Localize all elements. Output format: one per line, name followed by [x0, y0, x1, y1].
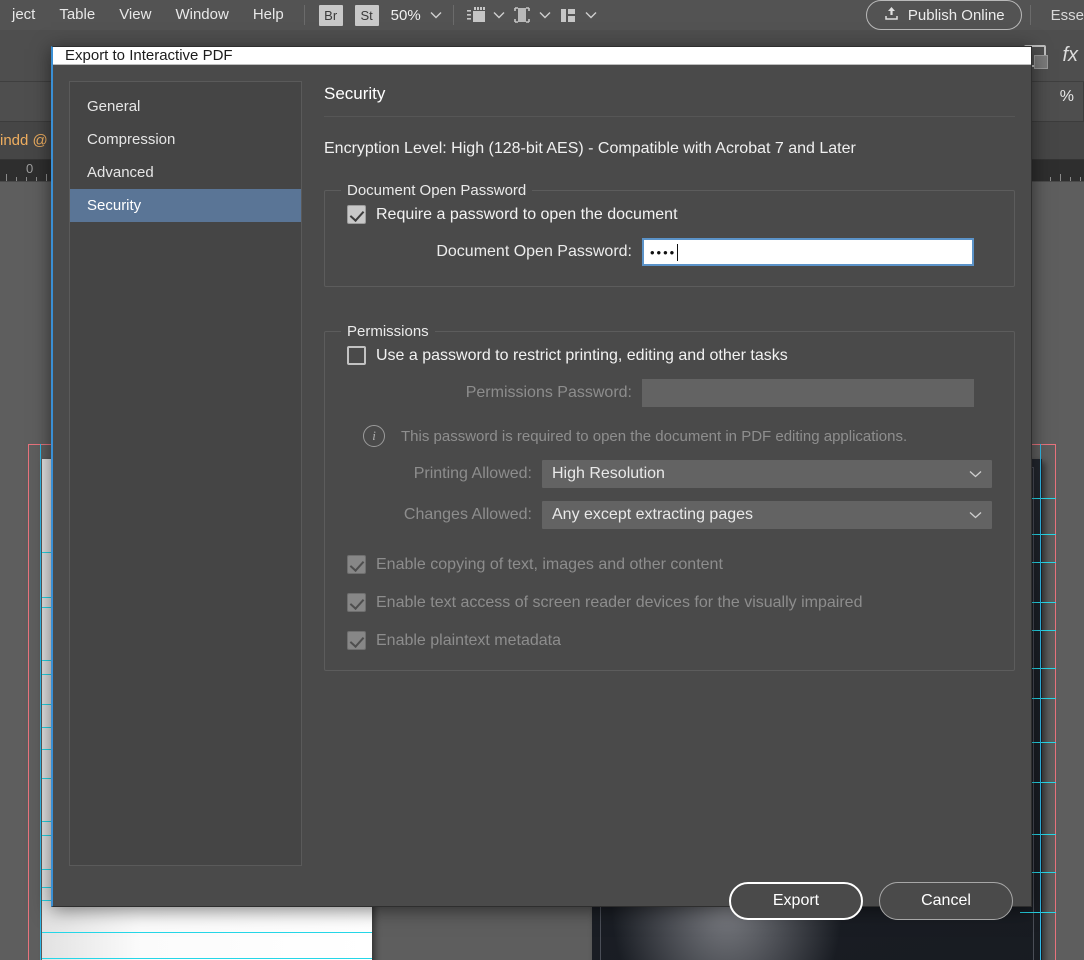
- publish-online-button[interactable]: Publish Online: [865, 0, 1022, 30]
- view-mode-icon[interactable]: [508, 3, 536, 27]
- nav-item-general[interactable]: General: [70, 90, 301, 123]
- nav-item-advanced[interactable]: Advanced: [70, 156, 301, 189]
- enable-screen-reader-checkbox: [347, 593, 366, 612]
- screen: ject Table View Window Help Br St 50% Pu…: [0, 0, 1084, 960]
- printing-allowed-label: Printing Allowed:: [413, 465, 532, 482]
- document-tab-label[interactable]: indd @: [0, 132, 48, 149]
- use-permissions-password-label: Use a password to restrict printing, edi…: [376, 346, 788, 364]
- enable-screen-reader-row: Enable text access of screen reader devi…: [325, 587, 1014, 612]
- menu-item-table[interactable]: Table: [47, 0, 107, 30]
- require-password-label: Require a password to open the document: [376, 205, 678, 223]
- fx-effects-icon[interactable]: fx: [1056, 44, 1084, 67]
- chevron-down-icon: [969, 506, 982, 524]
- printing-allowed-select[interactable]: High Resolution: [542, 460, 992, 488]
- nav-item-security[interactable]: Security: [70, 189, 301, 222]
- changes-allowed-label: Changes Allowed:: [403, 506, 532, 523]
- chevron-down-icon: [969, 465, 982, 483]
- dialog-title-bar: Export to Interactive PDF: [53, 47, 1031, 65]
- pane-divider: [324, 116, 1015, 117]
- permissions-password-input: [642, 379, 974, 407]
- permissions-legend: Permissions: [347, 323, 429, 340]
- document-open-password-label: Document Open Password:: [436, 243, 632, 260]
- bridge-icon[interactable]: Br: [318, 4, 343, 26]
- permissions-password-row: Permissions Password:: [325, 379, 1014, 407]
- layout-chevron-down-icon[interactable]: [582, 11, 600, 19]
- permissions-group: Permissions Use a password to restrict p…: [324, 323, 1015, 671]
- changes-allowed-select[interactable]: Any except extracting pages: [542, 501, 992, 529]
- publish-online-label: Publish Online: [907, 6, 1005, 24]
- dialog-title-label: Export to Interactive PDF: [65, 47, 233, 64]
- text-caret: [677, 243, 679, 261]
- guide-horizontal: [42, 932, 372, 933]
- enable-plaintext-metadata-label: Enable plaintext metadata: [376, 631, 562, 649]
- cancel-button[interactable]: Cancel: [879, 882, 1013, 920]
- enable-plaintext-metadata-row: Enable plaintext metadata: [325, 625, 1014, 650]
- use-permissions-password-checkbox[interactable]: [347, 346, 366, 365]
- menu-item-window[interactable]: Window: [163, 0, 240, 30]
- dialog-footer: Export Cancel: [53, 882, 1031, 920]
- enable-screen-reader-label: Enable text access of screen reader devi…: [376, 593, 863, 611]
- changes-allowed-value: Any except extracting pages: [552, 506, 754, 523]
- changes-allowed-row: Changes Allowed: Any except extracting p…: [325, 501, 1014, 529]
- printing-allowed-value: High Resolution: [552, 465, 665, 482]
- toolbar-divider-1: [303, 5, 305, 25]
- screen-mode-icon[interactable]: [462, 3, 490, 27]
- use-permissions-password-row[interactable]: Use a password to restrict printing, edi…: [325, 340, 1014, 365]
- permissions-password-label: Permissions Password:: [465, 384, 632, 401]
- enable-plaintext-metadata-checkbox: [347, 631, 366, 650]
- document-open-password-legend: Document Open Password: [347, 182, 527, 199]
- require-password-row[interactable]: Require a password to open the document: [325, 199, 1014, 224]
- document-open-password-value: ••••: [650, 244, 677, 260]
- menu-item-project[interactable]: ject: [0, 0, 47, 30]
- menu-item-help[interactable]: Help: [241, 0, 296, 30]
- menu-item-view[interactable]: View: [107, 0, 163, 30]
- guide-vertical: [1040, 444, 1041, 960]
- view-mode-chevron-down-icon[interactable]: [536, 11, 554, 19]
- menu-bar: ject Table View Window Help Br St 50% Pu…: [0, 0, 1084, 30]
- stock-icon[interactable]: St: [354, 4, 379, 26]
- permissions-info-text: This password is required to open the do…: [401, 427, 908, 445]
- export-button[interactable]: Export: [729, 882, 863, 920]
- pane-title: Security: [324, 84, 386, 103]
- zoom-level-value[interactable]: 50%: [385, 7, 427, 24]
- info-icon: i: [363, 425, 385, 447]
- guide-vertical: [40, 444, 41, 960]
- guide-horizontal: [42, 958, 372, 959]
- enable-copying-checkbox: [347, 555, 366, 574]
- workspace-switcher[interactable]: Esse: [1039, 7, 1084, 24]
- zoom-chevron-down-icon[interactable]: [427, 11, 445, 19]
- permissions-info-row: i This password is required to open the …: [325, 425, 1014, 447]
- document-open-password-row: Document Open Password: ••••: [325, 238, 1014, 266]
- security-pane: Security Encryption Level: High (128-bit…: [302, 81, 1015, 866]
- percent-field[interactable]: %: [1060, 88, 1074, 106]
- enable-copying-row: Enable copying of text, images and other…: [325, 549, 1014, 574]
- require-password-checkbox[interactable]: [347, 205, 366, 224]
- dialog-nav-list[interactable]: General Compression Advanced Security: [69, 81, 302, 866]
- upload-icon: [883, 5, 900, 25]
- permission-options-list: Enable copying of text, images and other…: [325, 549, 1014, 650]
- encryption-level-text: Encryption Level: High (128-bit AES) - C…: [324, 140, 856, 157]
- layout-columns-icon[interactable]: [554, 3, 582, 27]
- ruler-origin-label: 0: [26, 161, 34, 176]
- enable-copying-label: Enable copying of text, images and other…: [376, 555, 723, 573]
- dialog-body: General Compression Advanced Security Se…: [53, 65, 1031, 882]
- toolbar-divider-3: [1029, 5, 1031, 25]
- export-to-interactive-pdf-dialog[interactable]: Export to Interactive PDF General Compre…: [51, 46, 1032, 920]
- document-open-password-group: Document Open Password Require a passwor…: [324, 182, 1015, 287]
- nav-item-compression[interactable]: Compression: [70, 123, 301, 156]
- screen-mode-chevron-down-icon[interactable]: [490, 11, 508, 19]
- toolbar-divider-2: [452, 5, 454, 25]
- printing-allowed-row: Printing Allowed: High Resolution: [325, 460, 1014, 488]
- document-open-password-input[interactable]: ••••: [642, 238, 974, 266]
